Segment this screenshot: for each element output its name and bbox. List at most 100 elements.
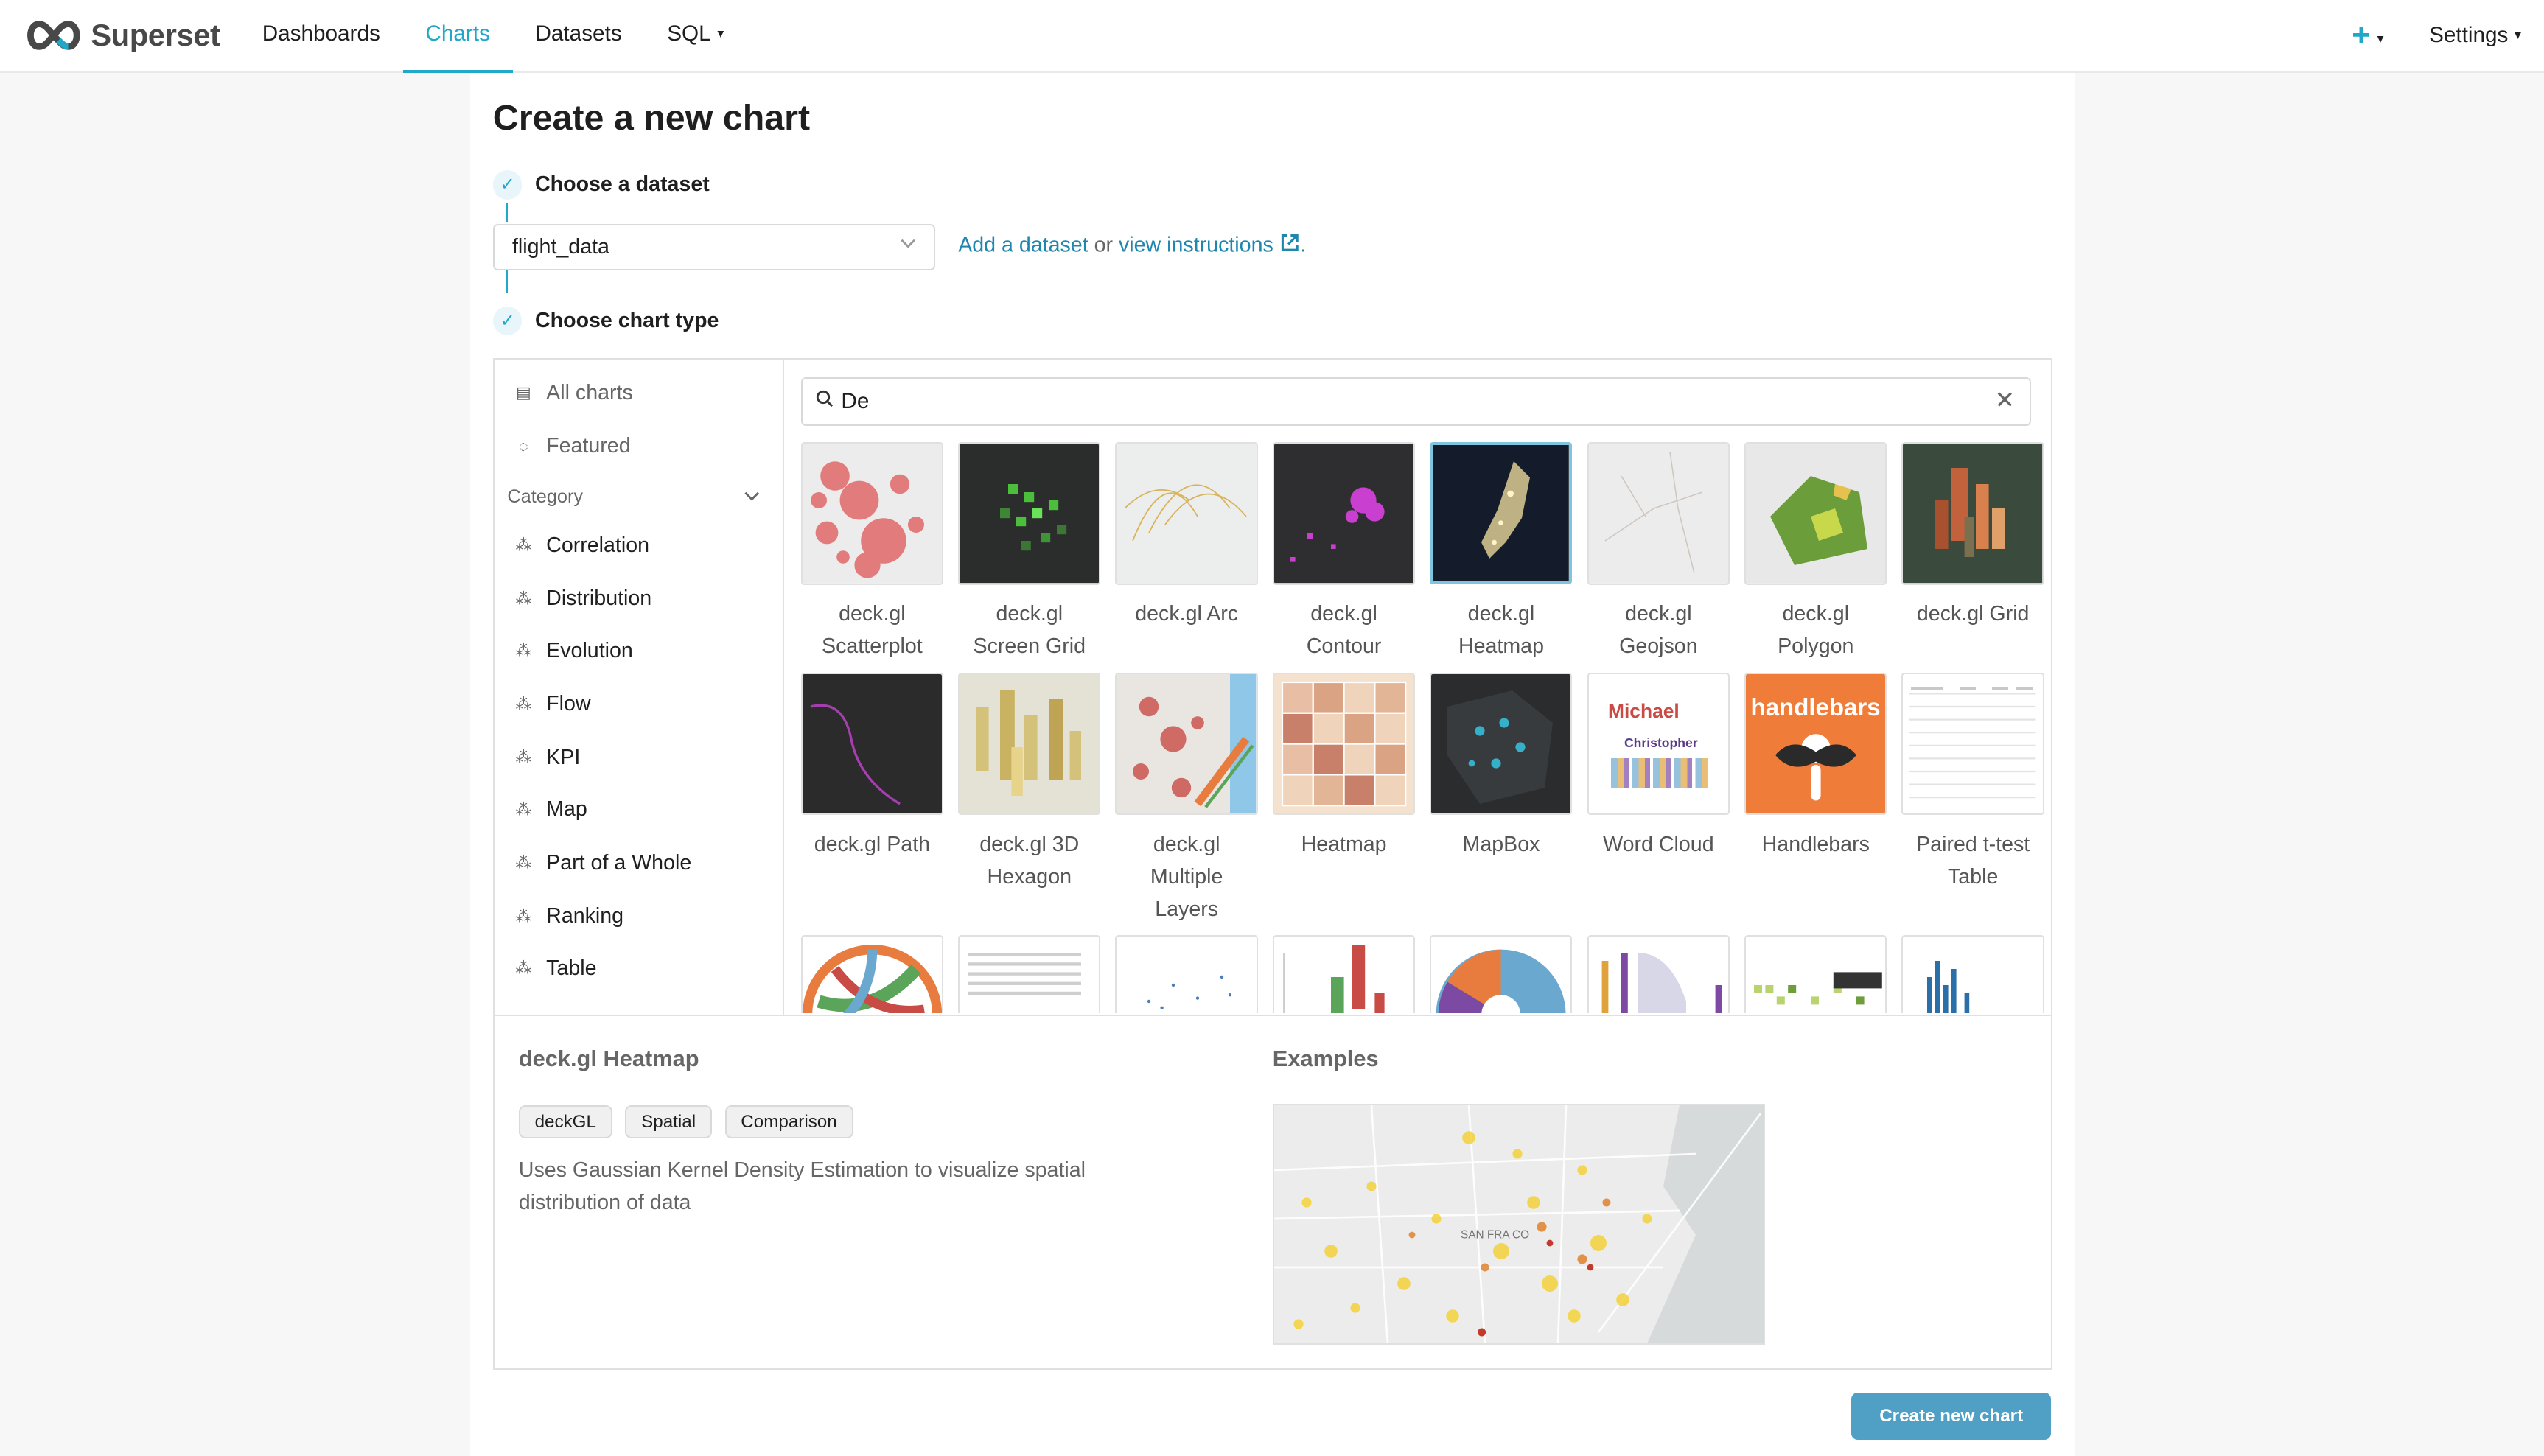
sidebar-item-label: Part of a Whole	[546, 850, 692, 875]
sidebar-item-evolution[interactable]: ⁂ Evolution	[514, 639, 632, 663]
category-icon: ⁂	[515, 589, 532, 608]
nav-charts[interactable]: Charts	[402, 0, 513, 73]
sidebar-item-ranking[interactable]: ⁂ Ranking	[514, 904, 623, 928]
superset-logo[interactable]: Superset	[23, 18, 220, 53]
chart-tile-calendar-heatmap[interactable]	[1744, 935, 1887, 1013]
chart-tile-chord[interactable]	[800, 935, 944, 1013]
nav-sql-menu[interactable]: SQL ▾	[644, 0, 747, 71]
create-new-chart-button[interactable]: Create new chart	[1851, 1392, 2051, 1440]
chart-tile-deckgl-heatmap[interactable]: deck.gl Heatmap	[1430, 442, 1573, 662]
chart-tile-deckgl-geojson[interactable]: deck.gl Geojson	[1587, 442, 1730, 662]
category-collapse-header[interactable]: Category	[507, 486, 761, 508]
category-icon: ⁂	[515, 641, 532, 660]
page-title: Create a new chart	[492, 98, 811, 138]
category-icon: ⁂	[515, 536, 532, 555]
chart-tile-handlebars[interactable]: handlebars Handlebars	[1744, 672, 1887, 861]
close-icon[interactable]: ✕	[1995, 385, 2016, 414]
sidebar-item-map[interactable]: ⁂ Map	[514, 797, 587, 822]
sidebar-item-featured[interactable]: ◌ Featured	[514, 434, 631, 458]
example-image: SAN FRA CO	[1272, 1103, 1766, 1345]
sidebar-item-label: Table	[546, 956, 597, 980]
sidebar-item-label: Flow	[546, 692, 591, 716]
add-dataset-links: Add a dataset or view instructions .	[958, 232, 1306, 257]
mustache-icon	[1775, 734, 1856, 801]
sql-caret-icon: ▾	[717, 25, 724, 41]
sidebar-item-table[interactable]: ⁂ Table	[514, 956, 596, 981]
chart-tile-sankey[interactable]	[1587, 935, 1730, 1013]
chart-tile-heatmap[interactable]: Heatmap	[1272, 672, 1416, 861]
category-icon: ⁂	[515, 799, 532, 819]
chart-tile-label: Heatmap	[1458, 634, 1544, 658]
settings-menu[interactable]: Settings ▾	[2429, 23, 2521, 48]
settings-label: Settings	[2429, 23, 2509, 48]
sidebar-item-all-charts[interactable]: ▤ All charts	[514, 381, 633, 405]
chart-tile-deckgl-polygon[interactable]: deck.gl Polygon	[1744, 442, 1887, 662]
check-icon: ✓	[492, 170, 523, 200]
step-choose-dataset-label: Choose a dataset	[534, 172, 710, 197]
chart-tile-sunburst[interactable]	[1430, 935, 1573, 1013]
tag-spatial[interactable]: Spatial	[625, 1105, 712, 1139]
sidebar-item-flow[interactable]: ⁂ Flow	[514, 692, 590, 716]
nav-dashboards[interactable]: Dashboards	[240, 0, 403, 71]
external-link-icon[interactable]	[1279, 232, 1301, 253]
chevron-down-icon	[744, 491, 760, 501]
nav-sql-label: SQL	[667, 21, 711, 46]
chart-tile-deckgl-scatterplot[interactable]: deck.gl Scatterplot	[800, 442, 944, 662]
search-input-value: De	[841, 388, 870, 413]
thumbnail-image	[1430, 935, 1573, 1013]
chart-tile-deckgl-screen-grid[interactable]: deck.gl Screen Grid	[957, 442, 1101, 662]
chart-tile-deckgl-contour[interactable]: deck.gl Contour	[1272, 442, 1416, 662]
tag-comparison[interactable]: Comparison	[724, 1105, 853, 1139]
category-icon: ⁂	[515, 959, 532, 978]
chart-tile-deckgl-path[interactable]: deck.gl Path	[800, 672, 944, 861]
chart-tile-histogram[interactable]	[1901, 935, 2044, 1013]
thumbnail-image	[1430, 672, 1573, 815]
chart-tile-deckgl-grid[interactable]: deck.gl Grid	[1901, 442, 2044, 630]
chart-tile-label: Geojson	[1619, 634, 1698, 659]
chart-tile-label: deck.gl Arc	[1135, 602, 1239, 626]
tag-deckgl[interactable]: deckGL	[518, 1105, 612, 1139]
sidebar-item-label: All charts	[546, 380, 633, 405]
chevron-down-icon	[900, 239, 915, 248]
chart-tile-word-cloud[interactable]: Michael Christopher Word Cloud	[1587, 672, 1730, 861]
chart-tile-mapbox[interactable]: MapBox	[1430, 672, 1573, 861]
sidebar-item-distribution[interactable]: ⁂ Distribution	[514, 587, 651, 611]
chart-tile-label: Scatterplot	[822, 634, 923, 659]
new-item-menu[interactable]: + ▾	[2352, 17, 2383, 54]
thumbnail-image	[1901, 672, 2044, 815]
nav-datasets[interactable]: Datasets	[513, 0, 645, 71]
chart-tile-deckgl-3d-hexagon[interactable]: deck.gl 3D Hexagon	[957, 672, 1101, 893]
dataset-select-value: flight_data	[511, 234, 609, 259]
search-icon	[817, 390, 834, 407]
thumbnail-image	[957, 672, 1101, 815]
chart-tile-table[interactable]	[957, 935, 1101, 1013]
chart-tile-label: deck.gl	[1310, 602, 1377, 626]
thumbnail-image: Michael Christopher	[1587, 672, 1730, 815]
chart-tile-waterfall[interactable]	[1272, 935, 1416, 1013]
brand-name: Superset	[91, 18, 220, 53]
view-instructions-link[interactable]: view instructions	[1119, 233, 1273, 256]
chart-tile-label: deck.gl	[1153, 832, 1220, 856]
add-dataset-link[interactable]: Add a dataset	[958, 233, 1088, 256]
check-icon: ✓	[492, 306, 523, 336]
sidebar-item-correlation[interactable]: ⁂ Correlation	[514, 533, 649, 558]
selected-chart-title: deck.gl Heatmap	[518, 1045, 699, 1071]
step-choose-dataset: ✓ Choose a dataset	[492, 170, 710, 200]
thumbnail-image	[1430, 442, 1572, 585]
category-label: Category	[507, 486, 584, 507]
chart-tile-scatter[interactable]	[1115, 935, 1258, 1013]
chart-tile-label: deck.gl	[1625, 602, 1692, 626]
sidebar-item-part-of-a-whole[interactable]: ⁂ Part of a Whole	[514, 851, 691, 875]
chart-description: Uses Gaussian Kernel Density Estimation …	[518, 1158, 1086, 1214]
fire-icon: ◌	[518, 436, 528, 455]
chart-search-input[interactable]: De ✕	[800, 377, 2031, 426]
period-text: .	[1300, 233, 1307, 256]
dataset-select[interactable]: flight_data	[492, 223, 935, 270]
chart-tile-deckgl-arc[interactable]: deck.gl Arc	[1115, 442, 1258, 630]
thumbnail-image	[1115, 935, 1258, 1013]
chart-tile-paired-t-test-table[interactable]: Paired t-test Table	[1901, 672, 2044, 893]
chart-tile-label: deck.gl Grid	[1916, 602, 2030, 626]
sidebar-item-kpi[interactable]: ⁂ KPI	[514, 746, 580, 770]
chart-tile-deckgl-multiple-layers[interactable]: deck.gl Multiple Layers	[1115, 672, 1258, 925]
nav-datasets-label: Datasets	[535, 21, 622, 46]
